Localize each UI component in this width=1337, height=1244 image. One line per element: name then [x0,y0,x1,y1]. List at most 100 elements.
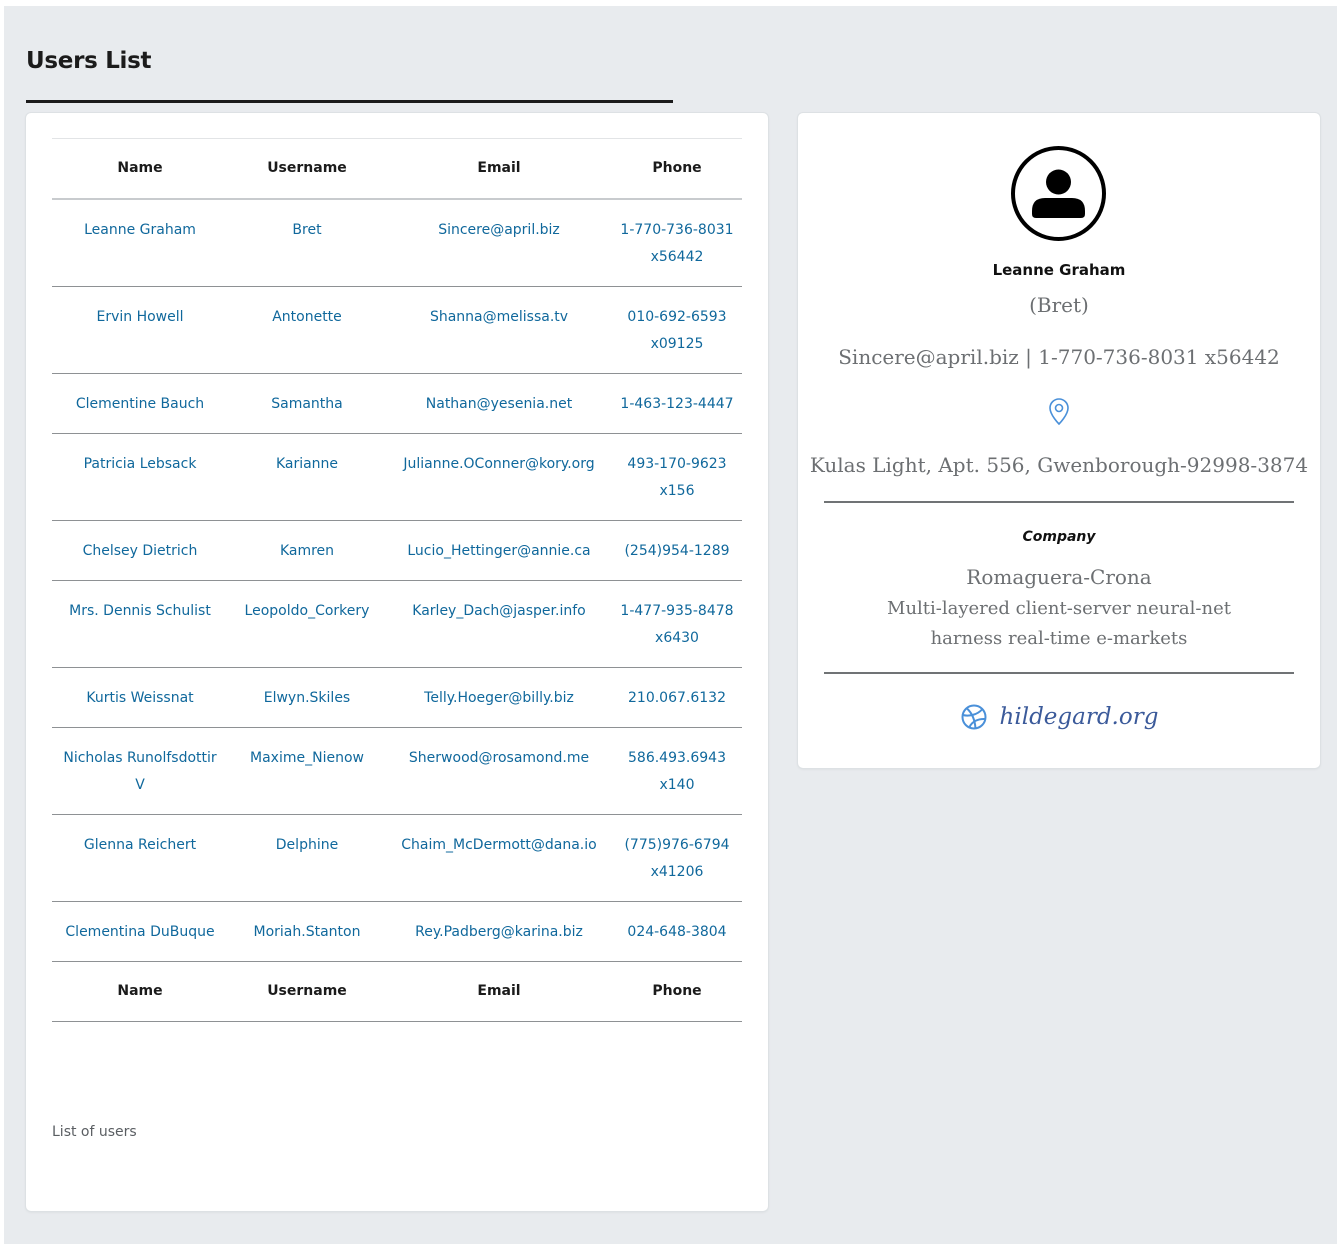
cell-name: Clementina DuBuque [52,901,228,961]
table-row[interactable]: Chelsey Dietrich Kamren Lucio_Hettinger@an… [52,520,742,580]
user-circle-icon [1011,146,1106,241]
cell-email-link[interactable]: Rey.Padberg@karina.biz [415,924,583,940]
cell-username: Elwyn.Skiles [228,667,386,727]
cell-name: Nicholas Runolfsdottir V [52,727,228,814]
cell-name-link[interactable]: Ervin Howell [96,309,183,325]
cell-phone-link[interactable]: (254)954-1289 [624,543,729,559]
cell-email: Karley_Dach@jasper.info [386,580,612,667]
cell-username: Samantha [228,373,386,433]
cell-phone-link[interactable]: 1-477-935-8478 x6430 [620,603,733,646]
cell-username: Moriah.Stanton [228,901,386,961]
table-row[interactable]: Mrs. Dennis Schulist Leopoldo_Corkery Karl… [52,580,742,667]
table-row[interactable]: Patricia Lebsack Karianne Julianne.OConner… [52,433,742,520]
cell-username-link[interactable]: Moriah.Stanton [254,924,361,940]
cell-username-link[interactable]: Leopoldo_Corkery [245,603,370,619]
cell-username: Bret [228,199,386,287]
page-title: Users List [26,48,152,74]
cell-username-link[interactable]: Elwyn.Skiles [264,690,350,706]
cell-username-link[interactable]: Antonette [272,309,342,325]
cell-phone-link[interactable]: 010-692-6593 x09125 [627,309,726,352]
cell-phone: (254)954-1289 [612,520,742,580]
cell-username-link[interactable]: Bret [292,222,321,238]
table-row[interactable]: Nicholas Runolfsdottir V Maxime_Nienow She… [52,727,742,814]
cell-name-link[interactable]: Glenna Reichert [84,837,196,853]
user-detail-card: Leanne Graham (Bret) Sincere@april.biz |… [798,113,1320,768]
dribbble-globe-icon [961,704,987,730]
table-row[interactable]: Leanne Graham Bret Sincere@april.biz 1-770-… [52,199,742,287]
cell-email: Telly.Hoeger@billy.biz [386,667,612,727]
cell-name: Leanne Graham [52,199,228,287]
column-header-email[interactable]: Email [386,139,612,199]
company-catchphrase: Multi-layered client-server neural-net h… [858,594,1260,654]
cell-name-link[interactable]: Patricia Lebsack [84,456,197,472]
cell-name-link[interactable]: Chelsey Dietrich [83,543,198,559]
cell-name-link[interactable]: Kurtis Weissnat [86,690,193,706]
cell-name-link[interactable]: Mrs. Dennis Schulist [69,603,211,619]
column-header-name[interactable]: Name [52,139,228,199]
cell-email: Rey.Padberg@karina.biz [386,901,612,961]
cell-email-link[interactable]: Lucio_Hettinger@annie.ca [407,543,590,559]
cell-email-link[interactable]: Shanna@melissa.tv [430,309,568,325]
cell-name: Kurtis Weissnat [52,667,228,727]
table-row[interactable]: Ervin Howell Antonette Shanna@melissa.tv 01… [52,286,742,373]
cell-email-link[interactable]: Nathan@yesenia.net [426,396,572,412]
cell-phone-link[interactable]: 586.493.6943 x140 [628,750,726,793]
footer-header-phone: Phone [652,983,702,999]
cell-username-link[interactable]: Samantha [271,396,343,412]
cell-email: Shanna@melissa.tv [386,286,612,373]
website-link[interactable]: hildegard.org [798,703,1320,731]
title-underline [26,100,673,103]
cell-username-link[interactable]: Kamren [280,543,334,559]
cell-phone: 010-692-6593 x09125 [612,286,742,373]
cell-name: Patricia Lebsack [52,433,228,520]
cell-username-link[interactable]: Delphine [276,837,338,853]
cell-name-link[interactable]: Clementine Bauch [76,396,204,412]
table-row[interactable]: Clementina DuBuque Moriah.Stanton Rey.Padb… [52,901,742,961]
column-header-username[interactable]: Username [228,139,386,199]
table-row[interactable]: Clementine Bauch Samantha Nathan@yesenia.n… [52,373,742,433]
cell-email: Sherwood@rosamond.me [386,727,612,814]
cell-email: Nathan@yesenia.net [386,373,612,433]
users-list-card: Name Username Email Phone Leanne Graham B… [26,113,768,1211]
company-catchphrase-line: Multi-layered client-server neural-net [887,598,1231,619]
cell-phone-link[interactable]: 493-170-9623 x156 [627,456,726,499]
cell-email-link[interactable]: Sincere@april.biz [438,222,560,238]
cell-email: Lucio_Hettinger@annie.ca [386,520,612,580]
cell-name-link[interactable]: Nicholas Runolfsdottir V [63,750,216,793]
cell-username: Delphine [228,814,386,901]
cell-email: Julianne.OConner@kory.org [386,433,612,520]
table-row[interactable]: Glenna Reichert Delphine Chaim_McDermott@d… [52,814,742,901]
cell-phone: (775)976-6794 x41206 [612,814,742,901]
company-label: Company [1022,529,1096,545]
cell-phone-link[interactable]: 1-463-123-4447 [620,396,733,412]
cell-phone: 586.493.6943 x140 [612,727,742,814]
cell-phone-link[interactable]: 1-770-736-8031 x56442 [620,222,733,265]
table-caption: List of users [52,1124,137,1140]
divider [824,672,1294,674]
cell-email: Chaim_McDermott@dana.io [386,814,612,901]
cell-email-link[interactable]: Sherwood@rosamond.me [409,750,589,766]
cell-username-link[interactable]: Maxime_Nienow [250,750,364,766]
cell-name: Ervin Howell [52,286,228,373]
column-header-phone[interactable]: Phone [612,139,742,199]
cell-username-link[interactable]: Karianne [276,456,338,472]
cell-email: Sincere@april.biz [386,199,612,287]
cell-phone: 210.067.6132 [612,667,742,727]
cell-phone: 1-770-736-8031 x56442 [612,199,742,287]
cell-username: Karianne [228,433,386,520]
cell-username: Leopoldo_Corkery [228,580,386,667]
detail-name: Leanne Graham [992,261,1126,279]
cell-phone-link[interactable]: (775)976-6794 x41206 [624,837,729,880]
cell-phone-link[interactable]: 210.067.6132 [628,690,726,706]
cell-email-link[interactable]: Chaim_McDermott@dana.io [401,837,596,853]
cell-phone-link[interactable]: 024-648-3804 [627,924,726,940]
company-bs-line: harness real-time e-markets [930,628,1188,649]
detail-username: (Bret) [1029,293,1089,317]
cell-email-link[interactable]: Julianne.OConner@kory.org [403,456,594,472]
cell-name-link[interactable]: Clementina DuBuque [65,924,214,940]
cell-email-link[interactable]: Telly.Hoeger@billy.biz [424,690,574,706]
cell-name-link[interactable]: Leanne Graham [84,222,196,238]
table-row[interactable]: Kurtis Weissnat Elwyn.Skiles Telly.Hoeger@… [52,667,742,727]
cell-email-link[interactable]: Karley_Dach@jasper.info [412,603,585,619]
website-text[interactable]: hildegard.org [1000,704,1159,730]
